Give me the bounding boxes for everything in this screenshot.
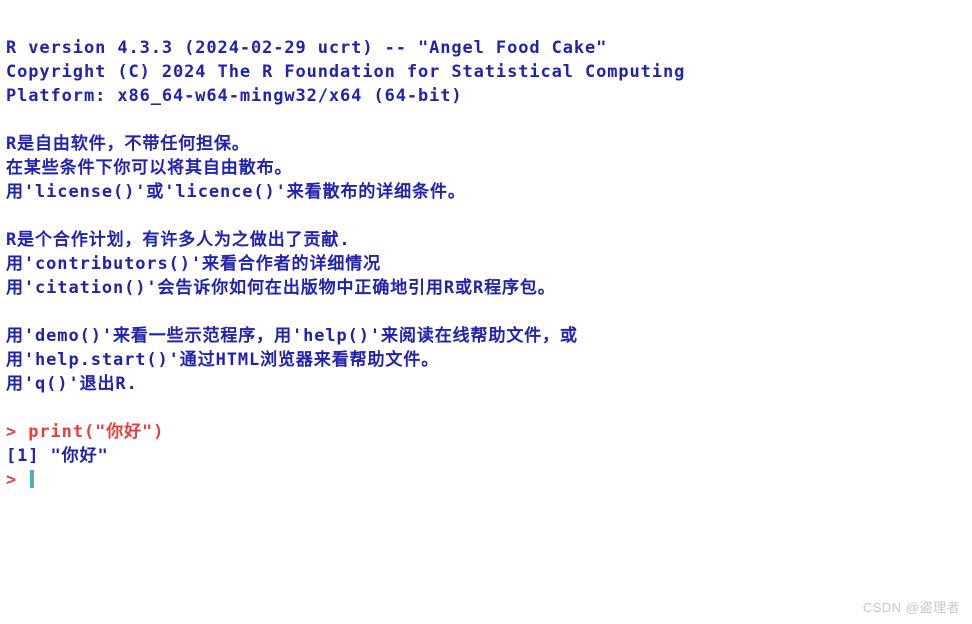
help-line-3: 用'q()'退出R. [6, 374, 138, 394]
command-output-line: [1] "你好" [6, 446, 109, 466]
text-cursor [30, 470, 34, 488]
startup-version-line: R version 4.3.3 (2024-02-29 ucrt) -- "An… [6, 38, 608, 58]
command-text: print("你好") [28, 422, 165, 442]
license-line-1: R是自由软件，不带任何担保。 [6, 134, 250, 154]
help-line-2: 用'help.start()'通过HTML浏览器来看帮助文件。 [6, 350, 440, 370]
help-line-1: 用'demo()'来看一些示范程序，用'help()'来阅读在线帮助文件，或 [6, 326, 578, 346]
prompt-symbol: > [6, 422, 29, 442]
startup-copyright-line: Copyright (C) 2024 The R Foundation for … [6, 62, 686, 82]
startup-platform-line: Platform: x86_64-w64-mingw32/x64 (64-bit… [6, 86, 463, 106]
license-line-3: 用'license()'或'licence()'来看散布的详细条件。 [6, 182, 466, 202]
prompt-symbol: > [6, 470, 29, 490]
license-line-2: 在某些条件下你可以将其自由散布。 [6, 158, 293, 178]
contributors-line-1: R是个合作计划，有许多人为之做出了贡献. [6, 230, 351, 250]
csdn-watermark: CSDN @盗理者 [862, 600, 960, 615]
contributors-line-2: 用'contributors()'来看合作者的详细情况 [6, 254, 382, 274]
command-line: > print("你好") [6, 420, 972, 444]
r-console-output-area[interactable]: R version 4.3.3 (2024-02-29 ucrt) -- "An… [0, 0, 972, 624]
active-prompt-line[interactable]: > [6, 468, 972, 492]
contributors-line-3: 用'citation()'会告诉你如何在出版物中正确地引用R或R程序包。 [6, 278, 556, 298]
